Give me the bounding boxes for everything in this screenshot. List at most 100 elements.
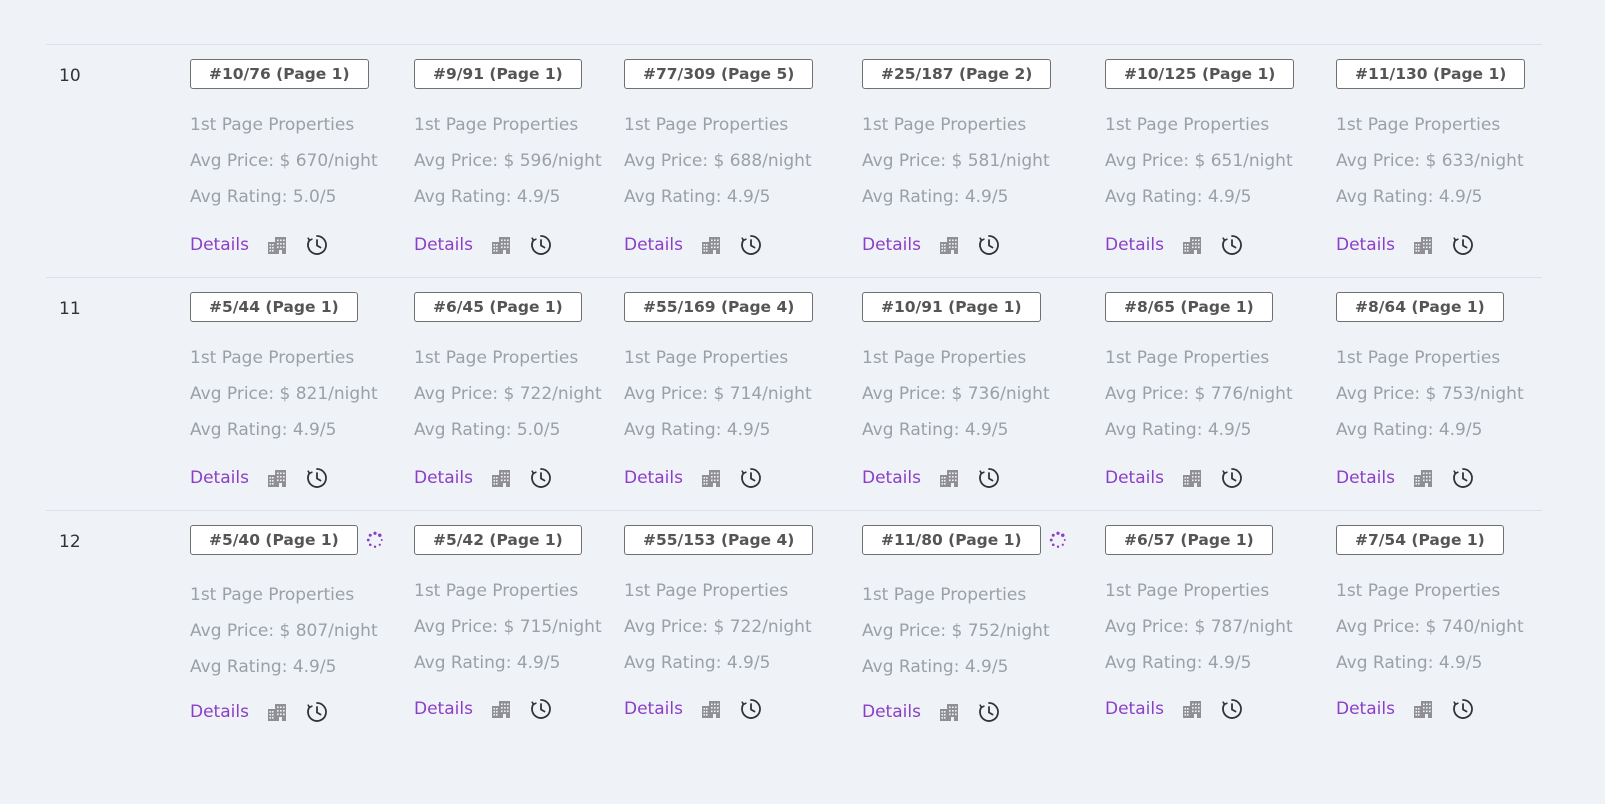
building-icon[interactable] xyxy=(937,466,961,490)
building-icon[interactable] xyxy=(265,466,289,490)
building-icon[interactable] xyxy=(1180,233,1204,257)
rank-position-button[interactable]: #55/169 (Page 4) xyxy=(624,292,814,322)
details-link[interactable]: Details xyxy=(1336,468,1395,488)
clock-history-icon[interactable] xyxy=(739,466,763,490)
details-link[interactable]: Details xyxy=(862,235,921,255)
rank-position-button[interactable]: #10/125 (Page 1) xyxy=(1105,59,1295,89)
rank-cell: Details xyxy=(624,0,844,6)
avg-price: Avg Price: $ 821/night xyxy=(190,384,378,404)
rank-position-button[interactable]: #6/45 (Page 1) xyxy=(414,292,582,322)
clock-history-icon[interactable] xyxy=(1451,466,1475,490)
details-link[interactable]: Details xyxy=(1105,235,1164,255)
rank-position-button[interactable]: #25/187 (Page 2) xyxy=(862,59,1052,89)
cell-actions: Details xyxy=(414,233,569,257)
building-icon[interactable] xyxy=(489,233,513,257)
details-link[interactable]: Details xyxy=(1105,468,1164,488)
clock-history-icon[interactable] xyxy=(305,233,329,257)
first-page-label: 1st Page Properties xyxy=(862,585,1027,605)
rank-position-button[interactable]: #5/40 (Page 1) xyxy=(190,525,358,555)
clock-history-icon[interactable] xyxy=(977,233,1001,257)
building-icon[interactable] xyxy=(1180,466,1204,490)
avg-price: Avg Price: $ 753/night xyxy=(1336,384,1524,404)
rank-position-button[interactable]: #8/65 (Page 1) xyxy=(1105,292,1273,322)
details-link[interactable]: Details xyxy=(190,235,249,255)
rank-position-button[interactable]: #55/153 (Page 4) xyxy=(624,525,814,555)
details-link[interactable]: Details xyxy=(1105,699,1164,719)
clock-history-icon[interactable] xyxy=(305,466,329,490)
avg-price: Avg Price: $ 651/night xyxy=(1105,151,1293,171)
clock-history-icon[interactable] xyxy=(1220,697,1244,721)
rank-position-button[interactable]: #5/42 (Page 1) xyxy=(414,525,582,555)
rank-position-button[interactable]: #10/76 (Page 1) xyxy=(190,59,369,89)
clock-history-icon[interactable] xyxy=(1220,466,1244,490)
rank-position-button[interactable]: #11/80 (Page 1) xyxy=(862,525,1041,555)
rank-position-button[interactable]: #7/54 (Page 1) xyxy=(1336,525,1504,555)
cell-actions: Details xyxy=(414,697,569,721)
first-page-label: 1st Page Properties xyxy=(1336,348,1501,368)
loading-spinner-icon xyxy=(1049,531,1067,549)
cell-actions: Details xyxy=(190,466,345,490)
rank-position-button[interactable]: #11/130 (Page 1) xyxy=(1336,59,1526,89)
building-icon[interactable] xyxy=(489,697,513,721)
avg-rating: Avg Rating: 4.9/5 xyxy=(190,657,337,677)
first-page-label: 1st Page Properties xyxy=(862,348,1027,368)
cell-actions: Details xyxy=(624,466,779,490)
rank-position-button[interactable]: #6/57 (Page 1) xyxy=(1105,525,1273,555)
details-link[interactable]: Details xyxy=(1336,699,1395,719)
details-link[interactable]: Details xyxy=(414,468,473,488)
clock-history-icon[interactable] xyxy=(977,466,1001,490)
details-link[interactable]: Details xyxy=(190,468,249,488)
rank-cell: #5/42 (Page 1) 1st Page Properties Avg Pri… xyxy=(414,510,634,740)
rank-position-button[interactable]: #9/91 (Page 1) xyxy=(414,59,582,89)
details-link[interactable]: Details xyxy=(190,702,249,722)
clock-history-icon[interactable] xyxy=(529,697,553,721)
clock-history-icon[interactable] xyxy=(1451,233,1475,257)
clock-history-icon[interactable] xyxy=(1220,233,1244,257)
details-link[interactable]: Details xyxy=(624,699,683,719)
building-icon[interactable] xyxy=(265,233,289,257)
rank-cell: Details xyxy=(862,0,1082,6)
rank-cell: #5/44 (Page 1) 1st Page Properties Avg Pri… xyxy=(190,277,410,507)
row-number: 12 xyxy=(59,532,81,552)
building-icon[interactable] xyxy=(1180,697,1204,721)
clock-history-icon[interactable] xyxy=(1451,697,1475,721)
details-link[interactable]: Details xyxy=(414,235,473,255)
building-icon[interactable] xyxy=(699,697,723,721)
details-link[interactable]: Details xyxy=(624,235,683,255)
first-page-label: 1st Page Properties xyxy=(190,348,355,368)
rank-position-button[interactable]: #8/64 (Page 1) xyxy=(1336,292,1504,322)
building-icon[interactable] xyxy=(699,233,723,257)
building-icon[interactable] xyxy=(489,466,513,490)
building-icon[interactable] xyxy=(937,700,961,724)
building-icon[interactable] xyxy=(937,233,961,257)
details-link[interactable]: Details xyxy=(862,702,921,722)
details-link[interactable]: Details xyxy=(624,468,683,488)
clock-history-icon[interactable] xyxy=(977,700,1001,724)
avg-rating: Avg Rating: 4.9/5 xyxy=(624,420,771,440)
rank-cell: #55/169 (Page 4) 1st Page Properties Avg P… xyxy=(624,277,844,507)
details-link[interactable]: Details xyxy=(414,699,473,719)
avg-rating: Avg Rating: 4.9/5 xyxy=(624,653,771,673)
rank-position-button[interactable]: #10/91 (Page 1) xyxy=(862,292,1041,322)
building-icon[interactable] xyxy=(1411,233,1435,257)
avg-rating: Avg Rating: 4.9/5 xyxy=(862,420,1009,440)
rank-cell: Details xyxy=(1336,0,1556,6)
rank-position-button[interactable]: #77/309 (Page 5) xyxy=(624,59,814,89)
building-icon[interactable] xyxy=(1411,697,1435,721)
clock-history-icon[interactable] xyxy=(739,697,763,721)
clock-history-icon[interactable] xyxy=(529,233,553,257)
building-icon[interactable] xyxy=(699,466,723,490)
clock-history-icon[interactable] xyxy=(305,700,329,724)
details-link[interactable]: Details xyxy=(862,468,921,488)
clock-history-icon[interactable] xyxy=(739,233,763,257)
row-number: 10 xyxy=(59,66,81,86)
building-icon[interactable] xyxy=(265,700,289,724)
rank-position-button[interactable]: #5/44 (Page 1) xyxy=(190,292,358,322)
avg-price: Avg Price: $ 581/night xyxy=(862,151,1050,171)
building-icon[interactable] xyxy=(1411,466,1435,490)
avg-rating: Avg Rating: 4.9/5 xyxy=(1105,420,1252,440)
clock-history-icon[interactable] xyxy=(529,466,553,490)
first-page-label: 1st Page Properties xyxy=(414,348,579,368)
avg-rating: Avg Rating: 4.9/5 xyxy=(624,187,771,207)
details-link[interactable]: Details xyxy=(1336,235,1395,255)
